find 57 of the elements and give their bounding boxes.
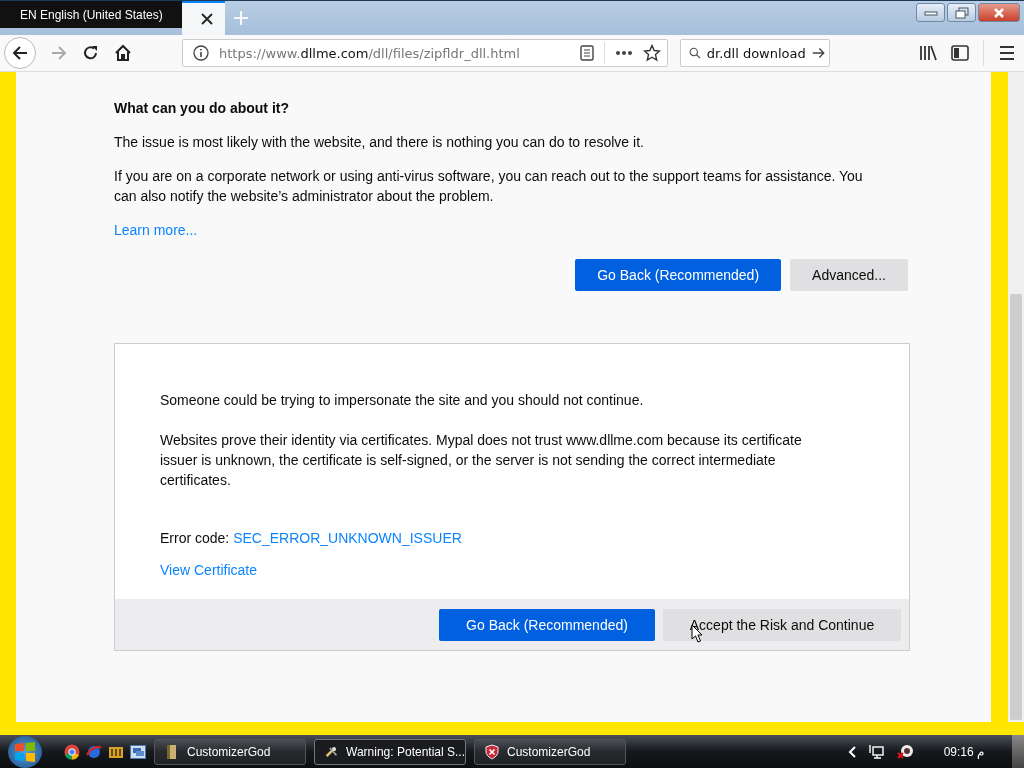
book-icon [165,743,179,760]
language-label: EN English (United States) [20,7,163,22]
start-button[interactable] [8,735,42,768]
reload-icon[interactable] [82,44,100,62]
browser-tab[interactable] [182,1,225,35]
advanced-button[interactable]: Advanced... [790,259,908,291]
sidebar-icon[interactable] [951,45,969,61]
minimize-button[interactable] [916,3,945,22]
restore-button[interactable] [947,3,976,22]
paragraph: Someone could be trying to impersonate the site and you should not continue. [160,391,645,410]
error-code-link[interactable]: SEC_ERROR_UNKNOWN_ISSUER [233,530,462,546]
globe-icon[interactable] [86,743,102,760]
back-button[interactable] [4,37,36,69]
show-desktop-button[interactable] [1012,735,1024,768]
scrollbar[interactable] [1008,72,1024,722]
close-icon [992,6,1006,19]
taskbar-button[interactable]: Warning: Potential S... [314,738,466,765]
paragraph: The issue is most likely with the website, and there is nothing you can do to resolve it. [114,133,645,152]
close-button[interactable] [978,3,1020,22]
paragraph: If you are on a corporate network or using anti-virus software, you can reach out to the support teams for assistance. You can also notify the website’s administrator about the problem. [114,167,864,206]
windows-switch-icon[interactable] [130,744,146,759]
folder-icon[interactable] [108,744,124,759]
address-bar[interactable]: https://www.dllme.com/dll/files/zipfldr_dll.html [182,39,668,67]
accept-risk-button[interactable]: Accept the Risk and Continue [663,609,901,641]
scrollbar-thumb[interactable] [1010,294,1022,720]
language-bar[interactable]: EN English (United States) [0,1,182,28]
info-icon[interactable] [193,45,209,61]
close-icon[interactable] [201,13,213,25]
reader-view-icon[interactable] [580,45,594,61]
speaker-muted-icon[interactable] [895,743,914,760]
search-icon [689,45,701,61]
more-icon[interactable] [615,50,633,56]
tools-icon [325,744,339,759]
network-icon[interactable] [867,743,884,760]
paragraph: Websites prove their identity via certificates. Mypal does not trust www.dllme.com because its certificate issuer is unknown, the certificate is self-signed, or the server is not sending the correct intermediate certificates. [160,431,803,490]
clock[interactable]: 09:16 م [943,744,984,759]
minimize-icon [923,9,938,16]
taskbar-button[interactable]: CustomizerGod [154,738,306,765]
library-icon[interactable] [919,45,937,61]
menu-icon[interactable] [998,45,1016,61]
chrome-icon[interactable] [64,743,80,760]
section-heading: What can you do about it? [114,100,290,116]
go-arrow-icon[interactable] [811,45,825,61]
taskbar-button[interactable]: CustomizerGod [474,738,626,765]
go-back-button[interactable]: Go Back (Recommended) [575,259,782,291]
view-certificate-link[interactable]: View Certificate [160,562,257,578]
learn-more-link[interactable]: Learn more... [114,222,198,238]
back-arrow-icon [11,44,29,62]
home-icon[interactable] [114,44,132,62]
error-code-label: Error code: [160,530,231,546]
search-field[interactable]: dr.dll download [680,39,830,67]
url-text: https://www.dllme.com/dll/files/zipfldr_dll.html [219,45,521,61]
chevron-icon[interactable] [847,745,856,758]
restore-icon [954,6,969,19]
shield-icon [485,743,499,760]
go-back-button[interactable]: Go Back (Recommended) [439,609,655,641]
star-icon[interactable] [643,44,661,62]
